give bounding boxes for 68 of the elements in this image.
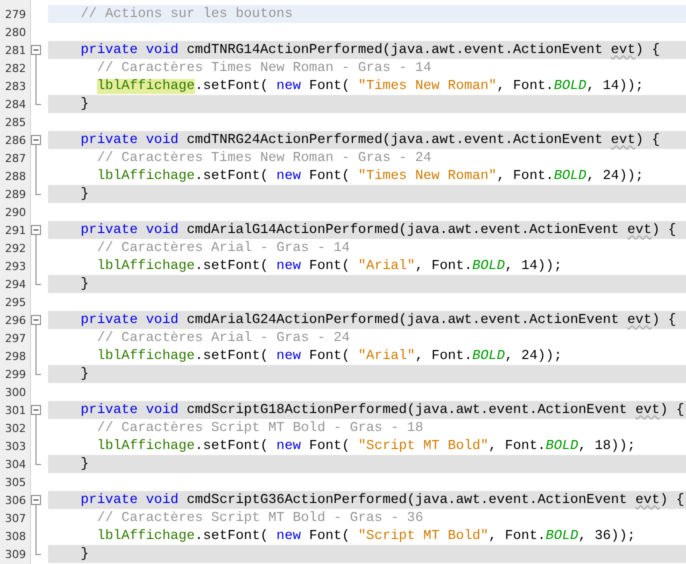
code-line: } [80, 546, 89, 562]
line-number: 280 [4, 26, 27, 38]
line-number: 299 [4, 368, 27, 380]
collapse-icon[interactable] [31, 495, 41, 505]
line-number: 294 [4, 278, 27, 290]
code-line: lblAffichage.setFont( new Font( "Script MT Bold", Font.BOLD, 36)); [96, 528, 636, 544]
line-number: 296 [4, 314, 27, 326]
code-comment: // Caractères Arial - Gras - 14 [96, 240, 350, 256]
line-number: 293 [4, 260, 27, 272]
fold-end-line [36, 95, 42, 105]
line-number: 304 [4, 458, 27, 470]
line-number: 288 [4, 170, 27, 182]
line-number: 287 [4, 152, 27, 164]
code-line: } [80, 186, 89, 202]
collapse-icon[interactable] [31, 45, 41, 55]
code-line: private void cmdArialG24ActionPerformed(java.awt.event.ActionEvent evt) { [80, 312, 676, 328]
line-number: 284 [4, 98, 27, 110]
line-number: 286 [4, 134, 27, 146]
code-comment: // Caractères Times New Roman - Gras - 14 [96, 60, 432, 76]
line-number: 295 [4, 296, 27, 308]
line-number: 292 [4, 242, 27, 254]
fold-end-line [36, 545, 42, 555]
fold-end-line [36, 365, 42, 375]
fold-end-line [36, 185, 42, 195]
code-line: } [80, 456, 89, 472]
code-comment: // Actions sur les boutons [80, 6, 293, 22]
line-number: 300 [4, 386, 27, 398]
code-comment: // Caractères Arial - Gras - 24 [96, 330, 350, 346]
line-number: 281 [4, 44, 27, 56]
line-number: 285 [4, 116, 27, 128]
line-number: 298 [4, 350, 27, 362]
code-comment: // Caractères Times New Roman - Gras - 24 [96, 150, 432, 166]
fold-end-line [36, 455, 42, 465]
line-number: 291 [4, 224, 27, 236]
collapse-icon[interactable] [31, 405, 41, 415]
line-number: 306 [4, 494, 27, 506]
collapse-icon[interactable] [31, 135, 41, 145]
fold-end-line [36, 275, 42, 285]
code-line: lblAffichage.setFont( new Font( "Arial", Font.BOLD, 24)); [96, 348, 562, 364]
line-number: 283 [4, 80, 27, 92]
code-line: private void cmdTNRG24ActionPerformed(java.awt.event.ActionEvent evt) { [80, 132, 660, 148]
line-number: 279 [4, 8, 27, 20]
line-number: 302 [4, 422, 27, 434]
code-line: private void cmdScriptG18ActionPerformed(java.awt.event.ActionEvent evt) { [80, 402, 684, 418]
code-line: } [80, 366, 89, 382]
line-number: 303 [4, 440, 27, 452]
line-number: 307 [4, 512, 27, 524]
code-line: lblAffichage.setFont( new Font( "Script MT Bold", Font.BOLD, 18)); [96, 438, 636, 454]
line-number: 297 [4, 332, 27, 344]
collapse-icon[interactable] [31, 225, 41, 235]
code-line: private void cmdScriptG36ActionPerformed(java.awt.event.ActionEvent evt) { [80, 492, 684, 508]
line-number: 301 [4, 404, 27, 416]
line-number: 308 [4, 530, 27, 542]
line-number: 309 [4, 548, 27, 560]
code-line: lblAffichage.setFont( new Font( "Times New Roman", Font.BOLD, 24)); [96, 168, 644, 184]
code-line: private void cmdArialG14ActionPerformed(java.awt.event.ActionEvent evt) { [80, 222, 676, 238]
code-line: lblAffichage.setFont( new Font( "Arial", Font.BOLD, 14)); [96, 258, 562, 274]
code-comment: // Caractères Script MT Bold - Gras - 18 [96, 420, 424, 436]
code-line: } [80, 96, 89, 112]
line-number: 290 [4, 206, 27, 218]
code-line: lblAffichage.setFont( new Font( "Times New Roman", Font.BOLD, 14)); [96, 78, 644, 94]
code-line: private void cmdTNRG14ActionPerformed(java.awt.event.ActionEvent evt) { [80, 42, 660, 58]
line-number: 305 [4, 476, 27, 488]
code-line: } [80, 276, 89, 292]
line-number: 282 [4, 62, 27, 74]
code-comment: // Caractères Script MT Bold - Gras - 36 [96, 510, 424, 526]
collapse-icon[interactable] [31, 315, 41, 325]
line-number: 289 [4, 188, 27, 200]
